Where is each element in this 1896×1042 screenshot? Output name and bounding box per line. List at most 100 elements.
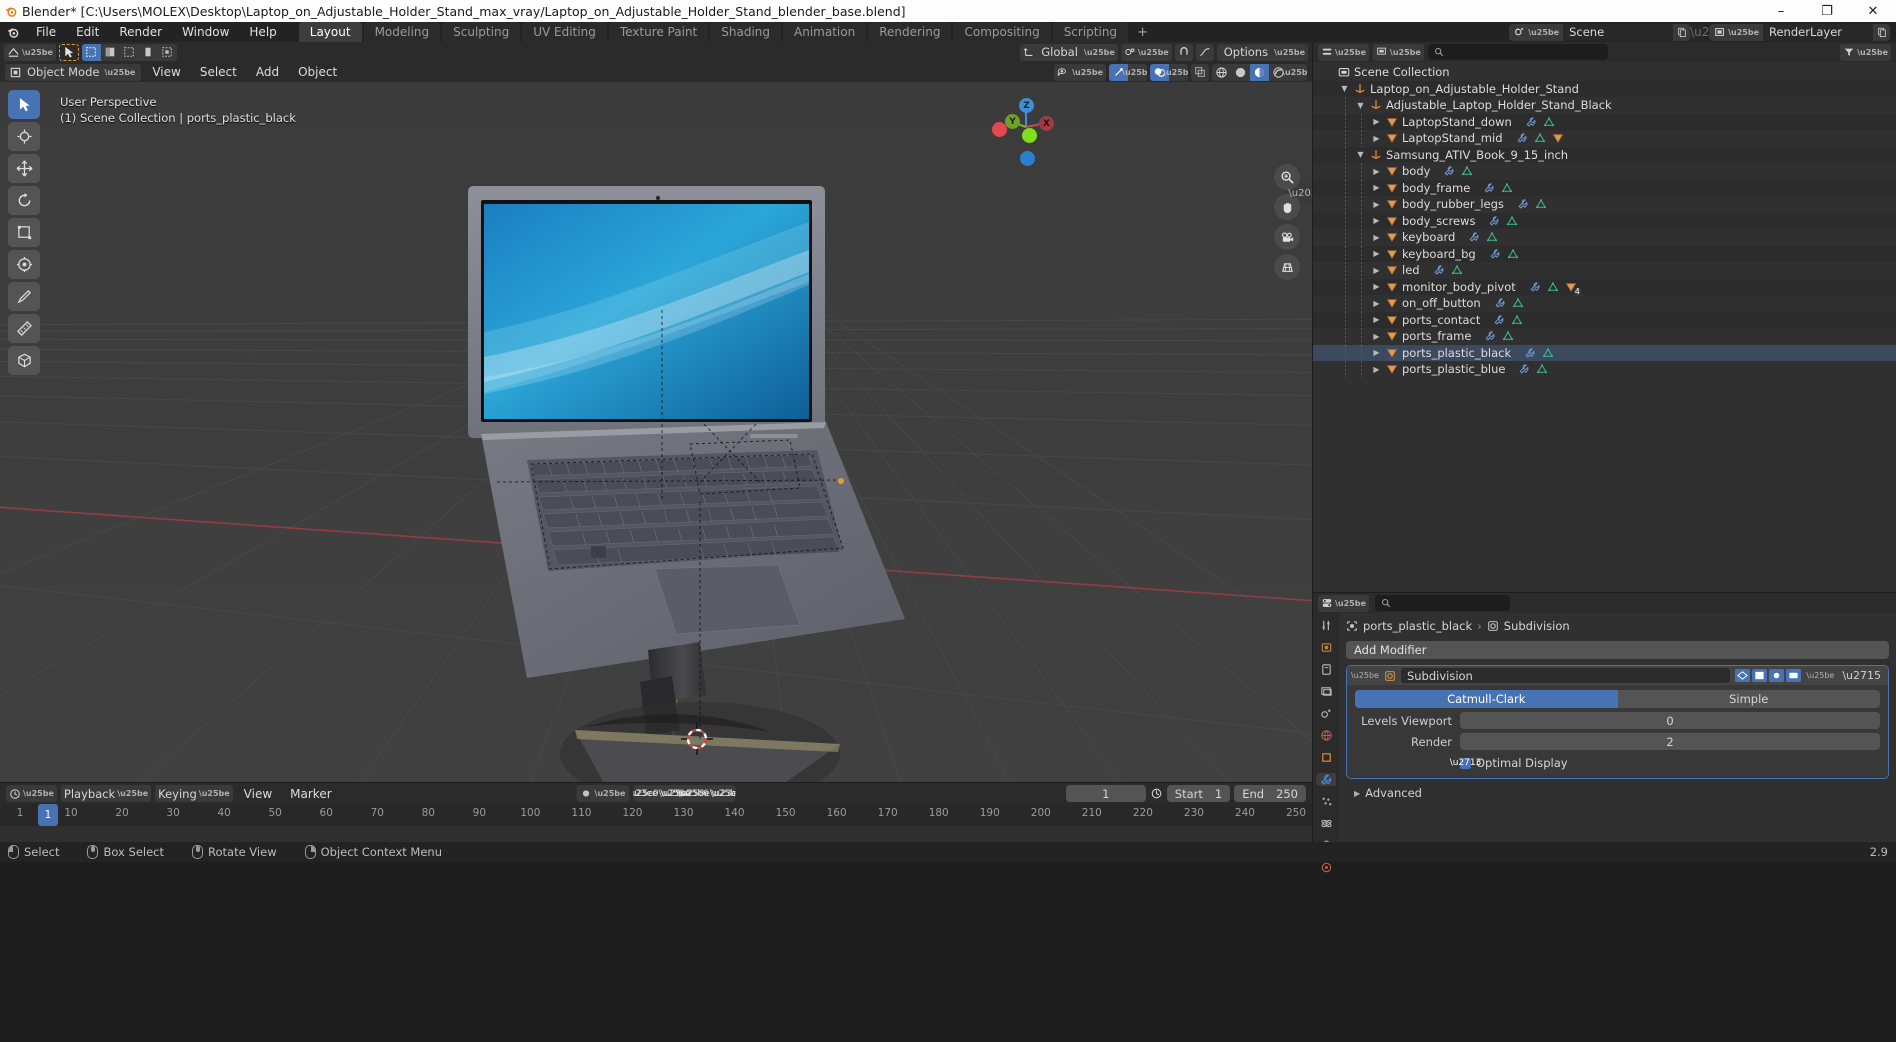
keying-menu-button[interactable]: Keying \u25be [155, 785, 233, 802]
add-workspace-button[interactable]: + [1130, 23, 1155, 42]
modifier-icon[interactable] [1524, 347, 1536, 359]
outliner-item-label[interactable]: monitor_body_pivot [1402, 280, 1516, 294]
mesh-icon[interactable] [1543, 116, 1555, 128]
remove-scene-button[interactable]: \u2715 [1690, 25, 1732, 39]
gizmo-axis-neg-y[interactable] [1022, 128, 1037, 143]
modifier-icon[interactable] [1433, 264, 1445, 276]
edit-mode-display-toggle[interactable] [1752, 669, 1768, 682]
outliner-expand-triangle[interactable]: ▼ [1355, 101, 1366, 110]
outliner-expand-triangle[interactable]: ▶ [1371, 216, 1382, 225]
auto-keying-toggle[interactable]: \u25be [576, 785, 630, 802]
outliner-item-label[interactable]: body_screws [1402, 214, 1475, 228]
viewport-sidebar-toggle[interactable]: \u2039 [1288, 182, 1312, 204]
workspace-tab-texture-paint[interactable]: Texture Paint [608, 22, 709, 42]
gizmo-dropdown-button[interactable]: \u25be [1122, 64, 1147, 81]
modifier-icon[interactable] [1525, 116, 1537, 128]
maximize-button[interactable]: ❐ [1804, 0, 1850, 22]
3d-viewport[interactable]: User Perspective (1) Scene Collection | … [0, 82, 1312, 782]
gizmo-axis-x[interactable]: X [1039, 116, 1054, 131]
outliner-item-label[interactable]: Scene Collection [1354, 65, 1450, 79]
modifier-icon[interactable] [1468, 231, 1480, 243]
new-view-layer-button[interactable] [1873, 23, 1890, 41]
tab-particles[interactable] [1316, 795, 1336, 808]
toggle-perspective-icon[interactable] [1274, 254, 1300, 280]
outliner-item-label[interactable]: ports_frame [1402, 329, 1471, 343]
new-scene-button[interactable] [1673, 23, 1691, 41]
catmull-clark-button[interactable]: Catmull-Clark [1355, 690, 1618, 708]
outliner-item-label[interactable]: Samsung_ATIV_Book_9_15_inch [1386, 148, 1568, 162]
menu-window[interactable]: Window [172, 23, 239, 41]
mesh-icon[interactable] [1506, 215, 1518, 227]
xray-toggle-button[interactable] [1191, 63, 1209, 81]
outliner-collection-row[interactable]: ▼ Adjustable_Laptop_Holder_Stand_Black [1313, 97, 1896, 114]
outliner-item-label[interactable]: keyboard [1402, 230, 1455, 244]
add-cube-tool-button[interactable] [8, 346, 40, 375]
modifier-icon[interactable] [1493, 314, 1505, 326]
wireframe-shading-button[interactable] [1212, 64, 1231, 81]
modifier-icon[interactable] [1483, 182, 1495, 194]
modifier-close-icon[interactable]: \u2715 [1839, 669, 1884, 682]
outliner-expand-triangle[interactable]: ▶ [1371, 282, 1382, 291]
modifier-icon[interactable] [1494, 297, 1506, 309]
transform-orientation-button[interactable]: Global \u25be [1020, 43, 1118, 61]
frame-end-field[interactable]: End 250 [1234, 785, 1306, 802]
viewport-menu-add[interactable]: Add [248, 64, 287, 80]
cursor-tool-button[interactable] [8, 122, 40, 151]
mesh-icon[interactable] [1547, 281, 1559, 293]
solid-shading-button[interactable] [1231, 64, 1250, 81]
outliner-object-row[interactable]: ▶ ports_plastic_black [1313, 344, 1896, 361]
visibility-selector-button[interactable]: \u25be [1054, 63, 1106, 81]
outliner-expand-triangle[interactable]: ▶ [1371, 233, 1382, 242]
menu-edit[interactable]: Edit [66, 23, 109, 41]
timeline-body[interactable] [0, 826, 1312, 843]
mesh-icon[interactable] [1511, 314, 1523, 326]
transform-tool-button[interactable] [8, 250, 40, 279]
modifier-extras-button[interactable]: \u25be [1803, 671, 1837, 680]
select-invert-button[interactable] [139, 44, 158, 61]
timeline-menu-view[interactable]: View [237, 786, 279, 802]
timeline-playhead[interactable]: 1 [38, 804, 58, 826]
outliner-object-row[interactable]: ▶ body [1313, 163, 1896, 180]
workspace-tab-compositing[interactable]: Compositing [953, 22, 1051, 42]
camera-view-icon[interactable] [1274, 224, 1300, 250]
outliner-object-row[interactable]: ▶ keyboard_bg [1313, 245, 1896, 262]
mesh-data-badge[interactable]: 4 [1565, 281, 1581, 296]
tab-render[interactable] [1316, 641, 1336, 654]
outliner-object-row[interactable]: ▶ on_off_button [1313, 295, 1896, 312]
mesh-icon[interactable] [1535, 198, 1547, 210]
object-mode-selector[interactable]: Object Mode \u25be [5, 63, 142, 81]
mesh-icon[interactable] [1542, 347, 1554, 359]
tab-world[interactable] [1316, 729, 1336, 742]
timeline-scrubber[interactable]: 1 10 20 30 40 50 60 70 80 90 100 110 120 130 140 150 160… [0, 804, 1312, 826]
snap-pivot-button[interactable]: \u25be [1120, 43, 1172, 61]
workspace-tab-sculpting[interactable]: Sculpting [442, 22, 521, 42]
breadcrumb-modifier-name[interactable]: Subdivision [1504, 619, 1570, 633]
tab-scene[interactable] [1316, 707, 1336, 720]
gizmo-axis-neg-z[interactable] [1020, 151, 1035, 166]
material-preview-shading-button[interactable] [1250, 63, 1269, 81]
workspace-tab-uv-editing[interactable]: UV Editing [522, 22, 607, 42]
outliner-object-row[interactable]: ▶ LaptopStand_down [1313, 113, 1896, 130]
outliner-item-label[interactable]: Adjustable_Laptop_Holder_Stand_Black [1386, 98, 1612, 112]
simple-button[interactable]: Simple [1617, 690, 1880, 708]
outliner-object-row[interactable]: ▶ LaptopStand_mid [1313, 130, 1896, 147]
timeline-editor-type-button[interactable]: \u25be [6, 785, 57, 802]
measure-tool-button[interactable] [8, 314, 40, 343]
close-button[interactable]: ✕ [1850, 0, 1896, 22]
outliner-item-label[interactable]: led [1402, 263, 1420, 277]
menu-help[interactable]: Help [239, 23, 286, 41]
outliner-item-label[interactable]: ports_plastic_blue [1402, 362, 1505, 376]
frame-range-field[interactable]: Start 1 [1166, 785, 1231, 802]
outliner-object-row[interactable]: ▶ led [1313, 262, 1896, 279]
modifier-icon[interactable] [1489, 248, 1501, 260]
outliner-expand-triangle[interactable]: ▶ [1371, 299, 1382, 308]
playback-menu-button[interactable]: Playback \u25be [60, 785, 152, 802]
add-modifier-button[interactable]: Add Modifier [1346, 641, 1889, 659]
mesh-icon[interactable] [1536, 363, 1548, 375]
rotate-tool-button[interactable] [8, 186, 40, 215]
outliner-expand-triangle[interactable]: ▼ [1355, 150, 1366, 159]
outliner-object-row[interactable]: ▶ body_frame [1313, 179, 1896, 196]
chevron-down-icon[interactable]: \u25be [1351, 671, 1379, 680]
mesh-icon[interactable] [1507, 248, 1519, 260]
optimal-display-row[interactable]: \u2713 Optimal Display [1355, 756, 1880, 770]
